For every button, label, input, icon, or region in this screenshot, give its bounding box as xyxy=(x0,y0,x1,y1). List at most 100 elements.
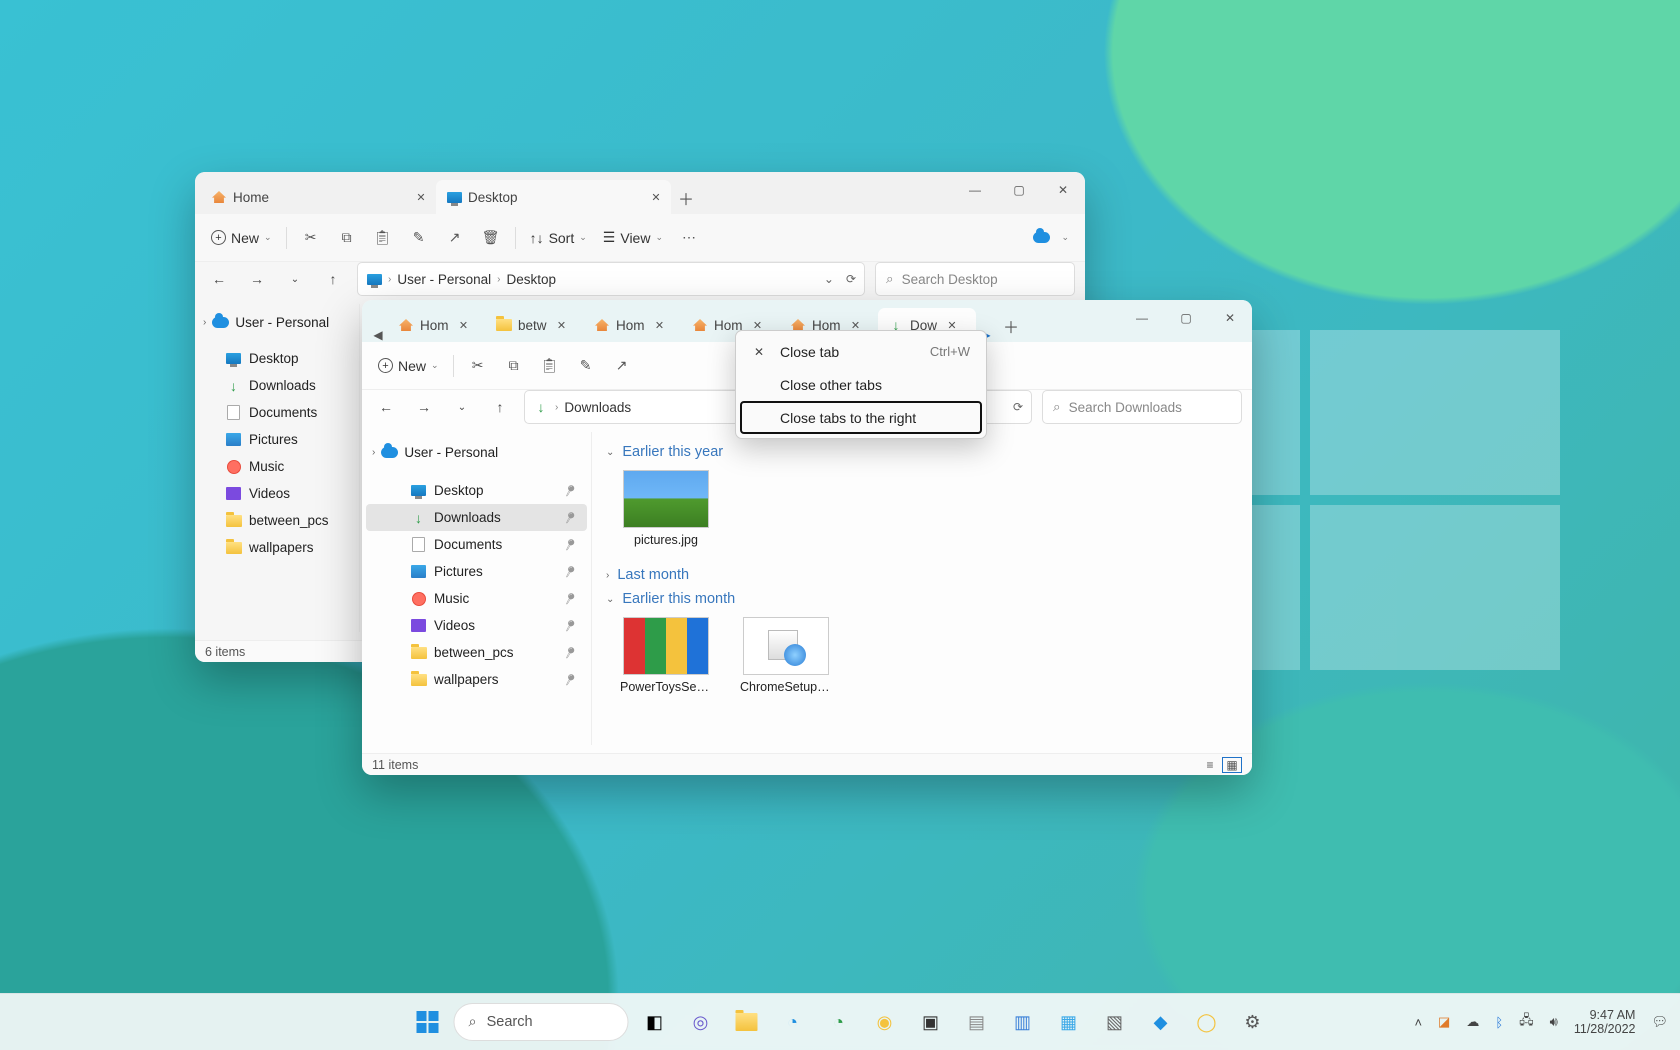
share-button[interactable]: ↗ xyxy=(606,350,638,382)
rename-button[interactable]: ✎ xyxy=(403,222,435,254)
rename-button[interactable]: ✎ xyxy=(570,350,602,382)
breadcrumb-segment[interactable]: Downloads xyxy=(564,400,631,415)
task-view-button[interactable]: ◧ xyxy=(635,1002,675,1042)
tray-bluetooth-icon[interactable]: ᛒ xyxy=(1495,1015,1503,1030)
tray-overflow-button[interactable]: ˄ xyxy=(1414,1015,1422,1030)
taskbar-clock[interactable]: 9:47 AM 11/28/2022 xyxy=(1574,1008,1636,1036)
sidebar-item-pictures[interactable]: Pictures 📍︎ xyxy=(366,558,587,585)
sort-button[interactable]: ↑↓ Sort⌄ xyxy=(524,222,593,254)
sidebar-item-videos[interactable]: Videos xyxy=(199,480,355,507)
taskbar-search[interactable]: ⌕Search xyxy=(454,1003,629,1041)
taskbar-app-notepad[interactable]: ▦ xyxy=(1049,1002,1089,1042)
cut-button[interactable]: ✂ xyxy=(295,222,327,254)
group-header[interactable]: ⌄ Earlier this month xyxy=(606,587,1238,611)
view-button[interactable]: ☰ View⌄ xyxy=(597,222,669,254)
forward-button[interactable]: → xyxy=(410,393,438,421)
recent-button[interactable]: ⌄ xyxy=(281,265,309,293)
tab-close-button[interactable]: ✕ xyxy=(414,190,428,204)
tray-icon[interactable]: ◪ xyxy=(1438,1014,1450,1030)
new-tab-button[interactable]: ＋ xyxy=(996,314,1026,342)
sidebar-item-downloads[interactable]: ↓ Downloads xyxy=(199,372,355,399)
taskbar-app[interactable]: ▧ xyxy=(1095,1002,1135,1042)
icons-view-button[interactable]: ▦ xyxy=(1222,757,1242,773)
breadcrumb-segment[interactable]: User - Personal xyxy=(397,272,491,287)
refresh-button[interactable]: ⟳ xyxy=(1013,400,1023,414)
taskbar-app-edge-beta[interactable]: ◔ xyxy=(819,1002,859,1042)
tray-notifications-button[interactable]: 💬︎ xyxy=(1651,1014,1668,1030)
taskbar-app-settings[interactable]: ⚙ xyxy=(1233,1002,1273,1042)
content-area[interactable]: ⌄ Earlier this year pictures.jpg › Last … xyxy=(592,432,1252,745)
taskbar-app-chrome[interactable]: ◉ xyxy=(865,1002,905,1042)
delete-button[interactable]: 🗑︎ xyxy=(475,222,507,254)
details-view-button[interactable]: ≡ xyxy=(1200,757,1220,773)
addr-dropdown-button[interactable]: ⌄ xyxy=(824,272,834,286)
new-button[interactable]: +New⌄ xyxy=(205,222,278,254)
start-button[interactable] xyxy=(408,1002,448,1042)
back-button[interactable]: ← xyxy=(205,265,233,293)
up-button[interactable]: ↑ xyxy=(319,265,347,293)
sidebar-item-between_pcs[interactable]: between_pcs xyxy=(199,507,355,534)
taskbar-app[interactable]: ▤ xyxy=(957,1002,997,1042)
tab-desktop[interactable]: Desktop ✕ xyxy=(436,180,671,214)
minimize-button[interactable]: — xyxy=(953,172,997,208)
new-button[interactable]: +New⌄ xyxy=(372,350,445,382)
sidebar-item-documents[interactable]: Documents 📍︎ xyxy=(366,531,587,558)
menu-item-close tabs to the right[interactable]: Close tabs to the right xyxy=(740,401,982,434)
sidebar-root[interactable]: ›User - Personal xyxy=(195,308,359,337)
sidebar-item-music[interactable]: Music 📍︎ xyxy=(366,585,587,612)
sidebar-item-wallpapers[interactable]: wallpapers 📍︎ xyxy=(366,666,587,693)
recent-button[interactable]: ⌄ xyxy=(448,393,476,421)
tab-hom[interactable]: Hom ✕ xyxy=(584,308,682,342)
tab-home[interactable]: Home ✕ xyxy=(201,180,436,214)
taskbar-app-edge[interactable]: ◔ xyxy=(773,1002,813,1042)
more-button[interactable]: ⋯ xyxy=(673,222,705,254)
sidebar-item-pictures[interactable]: Pictures xyxy=(199,426,355,453)
tab-close-button[interactable]: ✕ xyxy=(457,318,471,332)
up-button[interactable]: ↑ xyxy=(486,393,514,421)
back-button[interactable]: ← xyxy=(372,393,400,421)
close-button[interactable]: ✕ xyxy=(1208,300,1252,336)
search-input[interactable]: ⌕ Search Downloads xyxy=(1042,390,1242,424)
refresh-button[interactable]: ⟳ xyxy=(846,272,856,286)
copy-button[interactable]: ⧉ xyxy=(331,222,363,254)
group-header[interactable]: ⌄ Earlier this year xyxy=(606,440,1238,464)
sidebar-item-documents[interactable]: Documents xyxy=(199,399,355,426)
tab-scroll-left[interactable]: ◀ xyxy=(368,328,388,342)
onedrive-status-icon[interactable]: ⌄ xyxy=(1027,222,1075,254)
tray-volume-icon[interactable]: 🔊︎ xyxy=(1550,1014,1558,1030)
file-item[interactable]: ChromeSetup.ex xyxy=(740,617,832,694)
breadcrumb-segment[interactable]: Desktop xyxy=(506,272,556,287)
tab-close-button[interactable]: ✕ xyxy=(555,318,569,332)
tray-network-icon[interactable]: 🖧︎ xyxy=(1519,1011,1534,1033)
sidebar-item-desktop[interactable]: Desktop 📍︎ xyxy=(366,477,587,504)
share-button[interactable]: ↗ xyxy=(439,222,471,254)
tab-betw[interactable]: betw ✕ xyxy=(486,308,584,342)
sidebar-item-wallpapers[interactable]: wallpapers xyxy=(199,534,355,561)
file-item[interactable]: pictures.jpg xyxy=(620,470,712,547)
taskbar-app[interactable]: ◆ xyxy=(1141,1002,1181,1042)
paste-button[interactable]: 📋︎ xyxy=(367,222,399,254)
maximize-button[interactable]: ▢ xyxy=(1164,300,1208,336)
sidebar-item-between_pcs[interactable]: between_pcs 📍︎ xyxy=(366,639,587,666)
cut-button[interactable]: ✂ xyxy=(462,350,494,382)
close-button[interactable]: ✕ xyxy=(1041,172,1085,208)
maximize-button[interactable]: ▢ xyxy=(997,172,1041,208)
new-tab-button[interactable]: ＋ xyxy=(671,186,701,214)
menu-item-close other tabs[interactable]: Close other tabs xyxy=(740,368,982,401)
tab-hom[interactable]: Hom ✕ xyxy=(388,308,486,342)
sidebar-item-videos[interactable]: Videos 📍︎ xyxy=(366,612,587,639)
sidebar-item-music[interactable]: Music xyxy=(199,453,355,480)
taskbar-app-terminal[interactable]: ▣ xyxy=(911,1002,951,1042)
address-bar[interactable]: › User - Personal › Desktop ⌄⟳ xyxy=(357,262,865,296)
search-input[interactable]: ⌕ Search Desktop xyxy=(875,262,1075,296)
taskbar-app[interactable]: ◯ xyxy=(1187,1002,1227,1042)
taskbar-app[interactable]: ▥ xyxy=(1003,1002,1043,1042)
tray-onedrive-icon[interactable]: ☁ xyxy=(1466,1014,1479,1030)
minimize-button[interactable]: — xyxy=(1120,300,1164,336)
sidebar-root[interactable]: ›User - Personal xyxy=(362,436,591,469)
paste-button[interactable]: 📋︎ xyxy=(534,350,566,382)
copy-button[interactable]: ⧉ xyxy=(498,350,530,382)
menu-item-close tab[interactable]: ✕ Close tab Ctrl+W xyxy=(740,335,982,368)
tab-close-button[interactable]: ✕ xyxy=(649,190,663,204)
sidebar-item-downloads[interactable]: ↓ Downloads 📍︎ xyxy=(366,504,587,531)
